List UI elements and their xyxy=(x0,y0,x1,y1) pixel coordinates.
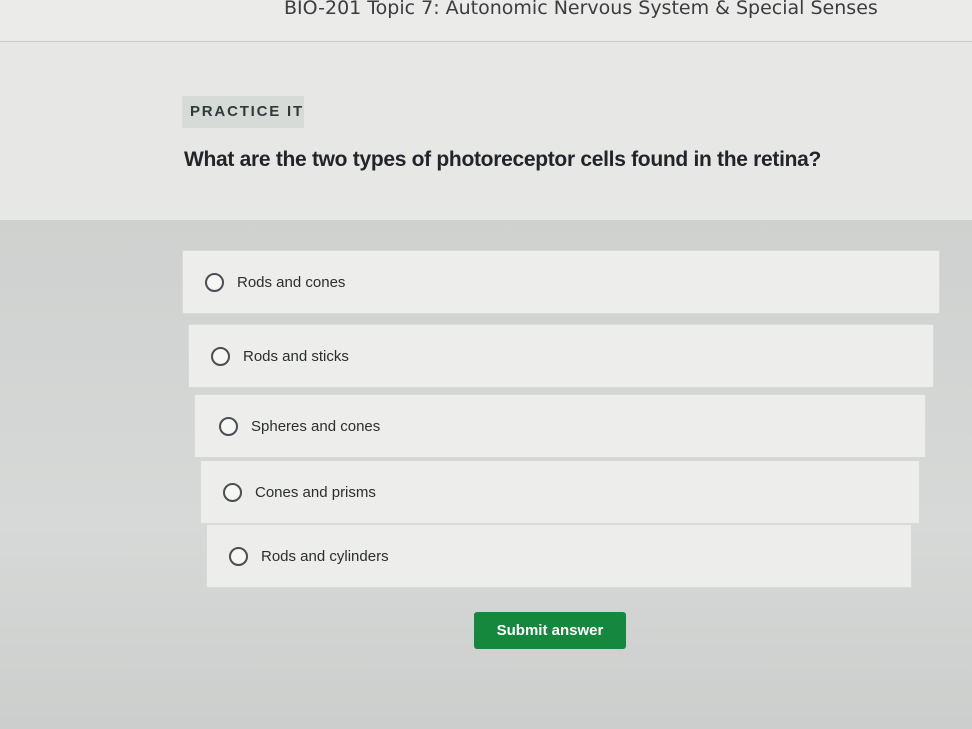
answer-option-rods-and-sticks[interactable]: Rods and sticks xyxy=(188,324,934,388)
answer-option-label: Cones and prisms xyxy=(255,483,376,501)
top-bar: BIO-201 Topic 7: Autonomic Nervous Syste… xyxy=(0,0,972,42)
radio-button[interactable] xyxy=(205,272,224,292)
answer-option-label: Rods and cones xyxy=(237,273,346,291)
practice-badge: PRACTICE IT xyxy=(182,96,304,128)
radio-button[interactable] xyxy=(219,416,238,436)
answer-option-spheres-and-cones[interactable]: Spheres and cones xyxy=(194,394,926,458)
answer-option-rods-and-cylinders[interactable]: Rods and cylinders xyxy=(206,524,912,588)
radio-button[interactable] xyxy=(211,346,230,366)
course-title: BIO-201 Topic 7: Autonomic Nervous Syste… xyxy=(284,0,878,19)
answer-option-label: Rods and cylinders xyxy=(261,547,389,565)
answer-option-cones-and-prisms[interactable]: Cones and prisms xyxy=(200,460,920,524)
answer-option-label: Rods and sticks xyxy=(243,347,349,365)
submit-answer-button[interactable]: Submit answer xyxy=(474,612,626,649)
answer-option-rods-and-cones[interactable]: Rods and cones xyxy=(182,250,940,314)
radio-button[interactable] xyxy=(229,546,248,566)
question-text: What are the two types of photoreceptor … xyxy=(184,148,822,171)
question-area xyxy=(0,42,972,220)
answer-option-label: Spheres and cones xyxy=(251,417,381,435)
radio-button[interactable] xyxy=(223,482,242,502)
